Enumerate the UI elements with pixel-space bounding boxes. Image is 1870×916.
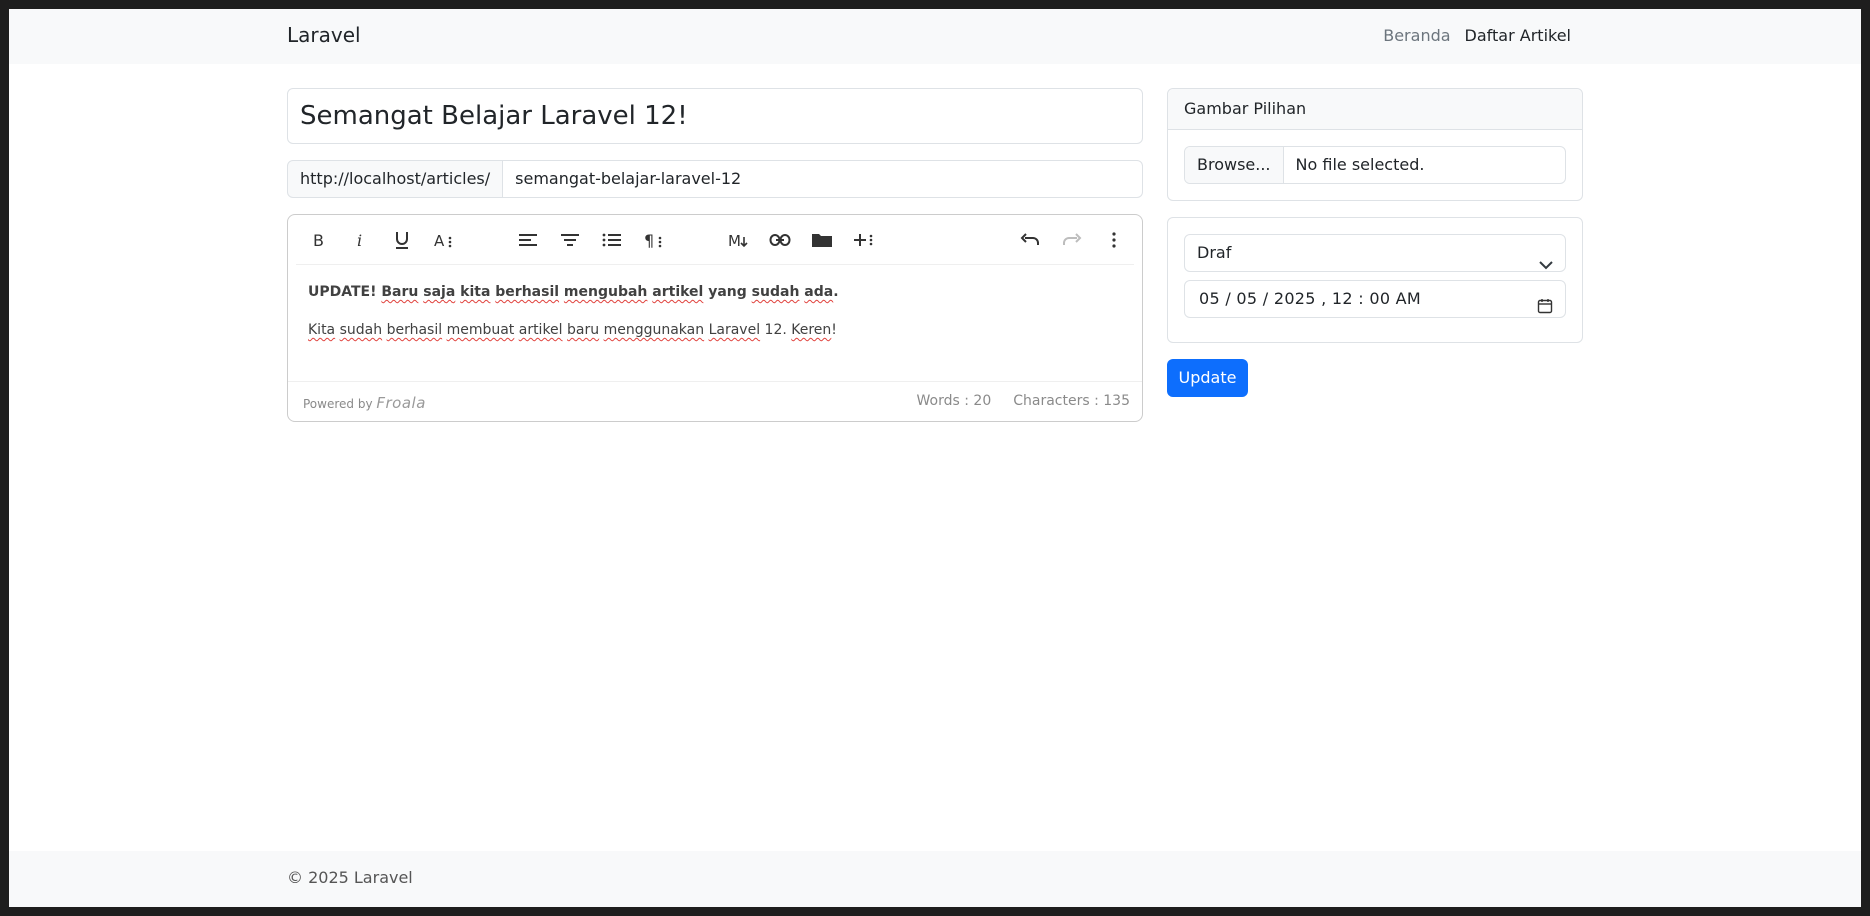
word: kita <box>460 284 491 300</box>
editor-toolbar: B i A ¶ M <box>296 215 1134 265</box>
editor-footer: Powered by Froala Words : 20 Characters … <box>288 381 1142 421</box>
word: artikel <box>518 322 563 338</box>
browse-button[interactable]: Browse... <box>1185 147 1284 183</box>
svg-text:¶: ¶ <box>644 231 654 249</box>
word: 12. <box>764 322 787 338</box>
slug-prefix: http://localhost/articles/ <box>287 160 504 198</box>
word: artikel <box>652 284 704 300</box>
rich-text-editor: B i A ¶ M UPDATE! Baru saja kita berhasi… <box>287 214 1143 422</box>
word: yang <box>708 284 747 300</box>
footer-copyright: © 2025 Laravel <box>287 868 413 887</box>
character-count: Characters : 135 <box>1013 393 1130 409</box>
datetime-value: 05 / 05 / 2025 , 12 : 00 AM <box>1199 289 1422 308</box>
publish-card: Draf 05 / 05 / 2025 , 12 : 00 AM <box>1167 217 1583 343</box>
align-left-icon[interactable] <box>512 225 544 255</box>
svg-text:B: B <box>313 231 324 249</box>
underline-icon[interactable] <box>386 225 418 255</box>
word: Kita <box>308 322 336 338</box>
markdown-icon[interactable]: M <box>722 225 754 255</box>
word: berhasil <box>495 284 560 300</box>
redo-icon[interactable] <box>1056 225 1088 255</box>
nav-links: Beranda Daftar Artikel <box>1383 26 1571 45</box>
editor-paragraph-2: Kita sudah berhasil membuat artikel baru… <box>308 321 1122 339</box>
word: Baru <box>381 284 419 300</box>
word: Keren <box>791 322 832 338</box>
word: ada <box>804 284 834 300</box>
update-button[interactable]: Update <box>1167 359 1248 397</box>
word: baru <box>567 322 600 338</box>
more-options-icon[interactable] <box>1098 225 1130 255</box>
link-icon[interactable] <box>764 225 796 255</box>
word: UPDATE! <box>308 284 377 300</box>
word: sudah <box>339 322 383 338</box>
file-status: No file selected. <box>1295 155 1425 174</box>
word: menggunakan <box>603 322 705 338</box>
froala-logo: Froala <box>376 394 426 412</box>
word: mengubah <box>563 284 648 300</box>
editor-paragraph-1: UPDATE! Baru saja kita berhasil mengubah… <box>308 283 1122 301</box>
punctuation: ! <box>831 322 837 338</box>
article-title-input[interactable]: Semangat Belajar Laravel 12! <box>287 88 1143 144</box>
bold-icon[interactable]: B <box>302 225 334 255</box>
folder-icon[interactable] <box>806 225 838 255</box>
align-center-icon[interactable] <box>554 225 586 255</box>
word: Laravel <box>708 322 761 338</box>
status-select[interactable]: Draf <box>1184 234 1566 272</box>
calendar-icon[interactable] <box>1537 291 1553 327</box>
chevron-down-icon <box>1539 247 1553 283</box>
editor-content[interactable]: UPDATE! Baru saja kita berhasil mengubah… <box>308 283 1122 359</box>
browser-window: Laravel Beranda Daftar Artikel Semangat … <box>9 9 1861 907</box>
word: berhasil <box>386 322 443 338</box>
ordered-list-icon[interactable] <box>596 225 628 255</box>
word: saja <box>423 284 456 300</box>
word: membuat <box>446 322 515 338</box>
paragraph-format-icon[interactable]: ¶ <box>638 225 670 255</box>
svg-text:A: A <box>434 232 445 249</box>
italic-icon[interactable]: i <box>344 225 376 255</box>
status-value: Draf <box>1197 243 1232 262</box>
navbar: Laravel Beranda Daftar Artikel <box>9 9 1861 64</box>
editor-counts: Words : 20 Characters : 135 <box>917 393 1130 409</box>
page-footer: © 2025 Laravel <box>9 851 1861 907</box>
nav-link-beranda[interactable]: Beranda <box>1383 26 1450 45</box>
word-count: Words : 20 <box>916 393 992 409</box>
file-input[interactable]: Browse... No file selected. <box>1184 146 1566 184</box>
publish-datetime-input[interactable]: 05 / 05 / 2025 , 12 : 00 AM <box>1184 280 1566 318</box>
powered-by-froala[interactable]: Powered by Froala <box>303 394 426 412</box>
featured-image-card: Gambar Pilihan Browse... No file selecte… <box>1167 88 1583 201</box>
svg-text:i: i <box>357 231 362 249</box>
svg-text:M: M <box>728 232 741 249</box>
slug-input-group: http://localhost/articles/ semangat-bela… <box>287 160 1143 198</box>
insert-more-icon[interactable] <box>848 225 880 255</box>
slug-input[interactable]: semangat-belajar-laravel-12 <box>503 160 1143 198</box>
featured-image-title: Gambar Pilihan <box>1168 89 1582 130</box>
punctuation: . <box>833 284 839 300</box>
undo-icon[interactable] <box>1014 225 1046 255</box>
powered-by-label: Powered by <box>303 397 373 411</box>
nav-link-daftar-artikel[interactable]: Daftar Artikel <box>1465 26 1571 45</box>
word: sudah <box>751 284 800 300</box>
font-size-icon[interactable]: A <box>428 225 460 255</box>
navbar-brand[interactable]: Laravel <box>287 23 361 47</box>
